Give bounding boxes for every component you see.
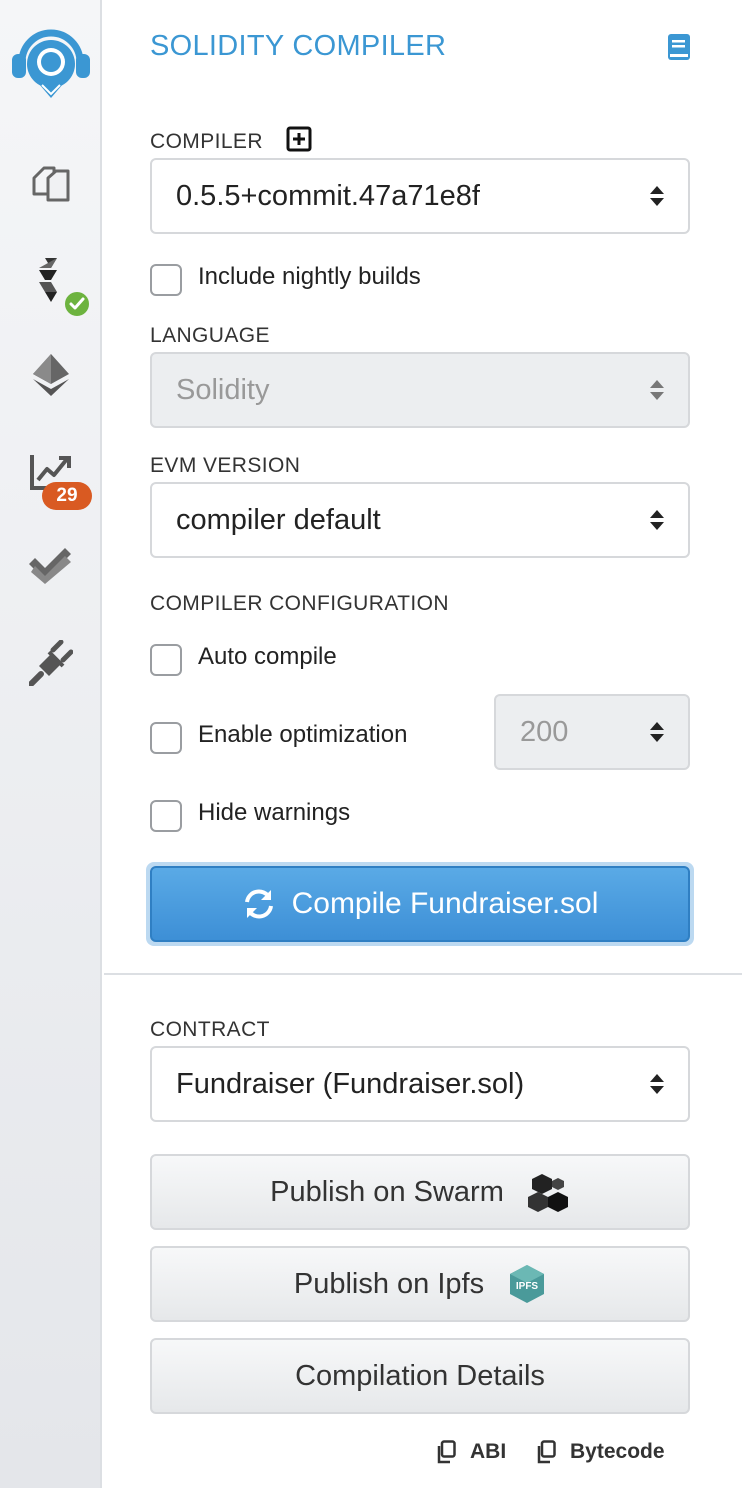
stepper-arrows-icon[interactable] (648, 720, 666, 744)
evm-version-select[interactable]: compiler default (150, 482, 690, 558)
copy-abi-button[interactable]: ABI (436, 1440, 506, 1464)
bytecode-label: Bytecode (570, 1440, 665, 1463)
select-arrows-icon (650, 186, 664, 206)
file-explorer-icon[interactable] (0, 162, 102, 204)
page-title: SOLIDITY COMPILER (150, 30, 447, 62)
swarm-icon (527, 1172, 570, 1212)
hide-warnings-checkbox[interactable] (150, 800, 182, 832)
compiler-version-value: 0.5.5+commit.47a71e8f (176, 179, 480, 212)
analysis-badge: 29 (42, 482, 92, 510)
copy-icon (537, 1440, 556, 1464)
language-select[interactable]: Solidity (150, 352, 690, 428)
contract-value: Fundraiser (Fundraiser.sol) (176, 1067, 525, 1100)
plugin-manager-icon[interactable] (0, 640, 102, 686)
copy-bytecode-button[interactable]: Bytecode (536, 1440, 665, 1464)
remix-logo-icon[interactable] (0, 24, 102, 100)
enable-optimization-checkbox[interactable] (150, 722, 182, 754)
compile-button-label: Compile Fundraiser.sol (291, 887, 599, 920)
documentation-icon[interactable] (667, 33, 691, 66)
hide-warnings-label: Hide warnings (198, 799, 351, 826)
enable-optimization-label: Enable optimization (198, 721, 408, 748)
publish-swarm-button[interactable]: Publish on Swarm (150, 1154, 690, 1230)
compiler-label: COMPILER (150, 130, 263, 153)
compilation-details-button[interactable]: Compilation Details (150, 1338, 690, 1414)
deploy-run-icon[interactable] (0, 352, 102, 398)
publish-ipfs-label: Publish on Ipfs (293, 1267, 485, 1300)
select-arrows-icon (650, 380, 664, 400)
icon-rail: 29 (0, 0, 102, 1488)
contract-label: CONTRACT (150, 1018, 270, 1041)
select-arrows-icon (650, 1074, 664, 1094)
optimization-runs-input[interactable]: 200 (494, 694, 690, 770)
compile-button[interactable]: Compile Fundraiser.sol (146, 862, 694, 946)
publish-ipfs-button[interactable]: Publish on Ipfs IPFS (150, 1246, 690, 1322)
optimization-runs-value: 200 (520, 715, 569, 748)
contract-select[interactable]: Fundraiser (Fundraiser.sol) (150, 1046, 690, 1122)
select-arrows-icon (650, 510, 664, 530)
refresh-icon (244, 889, 273, 919)
language-label: LANGUAGE (150, 324, 270, 347)
section-divider (104, 973, 742, 975)
auto-compile-checkbox[interactable] (150, 644, 182, 676)
svg-text:IPFS: IPFS (516, 1281, 539, 1292)
evm-version-value: compiler default (176, 503, 381, 536)
auto-compile-label: Auto compile (198, 643, 337, 670)
compiler-configuration-label: COMPILER CONFIGURATION (150, 592, 449, 615)
add-compiler-icon[interactable] (286, 126, 312, 157)
nightly-builds-label: Include nightly builds (198, 263, 421, 290)
evm-version-label: EVM VERSION (150, 454, 301, 477)
compilation-details-label: Compilation Details (295, 1359, 545, 1392)
solidity-compiler-panel: SOLIDITY COMPILER COMPILER 0.5.5+commit.… (104, 0, 742, 1488)
nightly-builds-checkbox[interactable] (150, 264, 182, 296)
abi-label: ABI (470, 1440, 507, 1463)
publish-swarm-label: Publish on Swarm (270, 1175, 504, 1208)
compiler-version-select[interactable]: 0.5.5+commit.47a71e8f (150, 158, 690, 234)
language-value: Solidity (176, 373, 270, 406)
testing-icon[interactable] (0, 546, 102, 586)
ipfs-icon: IPFS (508, 1264, 546, 1304)
compile-success-icon (62, 289, 92, 319)
copy-icon (437, 1440, 456, 1464)
